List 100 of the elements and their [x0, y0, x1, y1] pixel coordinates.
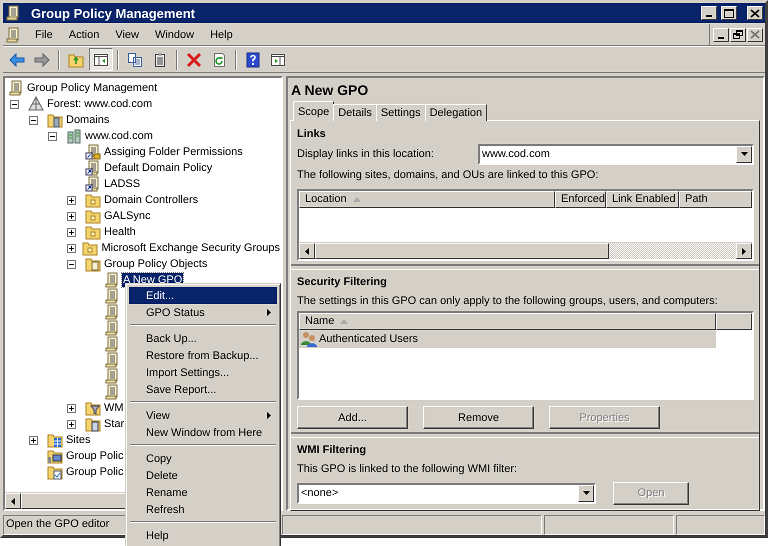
folder-icon — [85, 400, 101, 416]
description-text: The settings in this GPO can only apply to the following groups, users, and computers: — [297, 294, 719, 309]
menu-item[interactable]: View — [129, 407, 277, 424]
column-header[interactable]: Location — [299, 191, 555, 208]
maximize-button[interactable] — [721, 6, 737, 20]
minimize-button[interactable] — [701, 6, 717, 20]
scroll-icon — [85, 160, 101, 176]
delete-icon — [186, 52, 202, 68]
menu-item[interactable]: Refresh — [129, 501, 277, 518]
tree-item[interactable]: Star — [103, 417, 126, 431]
menu-item[interactable]: GPO Status — [129, 304, 277, 321]
pane-icon — [270, 52, 286, 68]
expand-icon[interactable] — [67, 404, 76, 412]
menu-item[interactable]: Help — [202, 26, 241, 42]
pyramid-icon — [28, 96, 44, 112]
expand-icon[interactable] — [29, 436, 38, 444]
tree-item[interactable]: WM — [103, 401, 125, 415]
menu-item[interactable]: View — [107, 26, 147, 42]
menu-item[interactable]: New Window from Here — [129, 424, 277, 441]
tab[interactable]: Delegation — [424, 104, 488, 121]
dropdown-arrow-icon — [740, 152, 748, 156]
folder-icon — [85, 256, 101, 272]
menu-item[interactable]: Delete — [129, 467, 277, 484]
folder-icon — [85, 192, 101, 208]
folder-icon — [85, 416, 101, 432]
scroll-icon — [85, 144, 101, 160]
tree-item[interactable]: Health — [103, 225, 137, 239]
scrollbar-thumb[interactable] — [315, 243, 609, 259]
collapse-icon[interactable] — [10, 100, 19, 108]
field-label: Display links in this location: — [297, 148, 435, 160]
menu-item[interactable]: Rename — [129, 484, 277, 501]
scroll-icon — [85, 176, 101, 192]
tree-item[interactable]: GALSync — [103, 209, 152, 223]
maximize-icon — [724, 8, 734, 18]
column-header[interactable]: Name — [299, 313, 716, 330]
collapse-icon[interactable] — [67, 260, 76, 268]
tree-item[interactable]: Group Polic — [65, 465, 124, 479]
toolbar-button[interactable] — [89, 48, 113, 71]
expand-icon[interactable] — [67, 228, 76, 236]
menu-item[interactable]: File — [27, 26, 61, 42]
tree-item[interactable]: Forest: www.cod.com — [46, 97, 154, 111]
tree-item[interactable]: Domain Controllers — [103, 193, 200, 207]
column-header[interactable]: Link Enabled — [606, 191, 679, 208]
folder-icon — [82, 240, 98, 256]
folder-icon — [47, 112, 63, 128]
copy-icon — [127, 52, 143, 68]
column-header[interactable]: Path — [679, 191, 752, 208]
pane-icon — [93, 52, 109, 68]
dropdown[interactable]: www.cod.com — [478, 144, 754, 164]
tree-item[interactable]: Group Policy Management — [26, 81, 158, 95]
server-icon — [66, 128, 82, 144]
tab[interactable]: Scope — [293, 101, 334, 121]
tree-item[interactable]: Group Policy Objects — [103, 257, 208, 271]
menu-item[interactable]: Save Report... — [129, 381, 277, 398]
menu-item[interactable]: Window — [146, 26, 202, 42]
tree-item[interactable]: Assiging Folder Permissions — [103, 145, 244, 159]
restore-icon — [733, 30, 743, 39]
column-header[interactable]: Enforced — [555, 191, 606, 208]
dropdown[interactable]: <none> — [297, 482, 596, 504]
collapse-icon[interactable] — [48, 132, 57, 140]
expand-icon[interactable] — [67, 196, 76, 204]
minimize-button[interactable] — [713, 28, 729, 42]
menu-item[interactable]: Copy — [129, 450, 277, 467]
push-button[interactable]: Add... — [297, 406, 408, 429]
folder-icon — [68, 52, 84, 68]
tree-item[interactable]: LADSS — [103, 177, 142, 191]
clipboard-icon — [152, 52, 168, 68]
scroll-icon[interactable] — [5, 26, 21, 42]
tree-item[interactable]: Group Polic — [65, 449, 124, 463]
tab[interactable]: Details — [333, 104, 377, 121]
left-arrow-icon — [304, 248, 310, 254]
menu-item[interactable]: Action — [60, 26, 108, 42]
tree-item[interactable]: Sites — [65, 433, 92, 447]
users-icon — [301, 331, 317, 347]
folder-icon — [47, 448, 63, 464]
scroll-right-button[interactable] — [736, 243, 752, 259]
description-text: This GPO is linked to the following WMI filter: — [297, 462, 518, 477]
tree-item[interactable]: www.cod.com — [84, 129, 154, 143]
expand-icon[interactable] — [67, 420, 76, 428]
tree-item[interactable]: Default Domain Policy — [103, 161, 214, 175]
menu-item[interactable]: Import Settings... — [129, 364, 277, 381]
expand-icon[interactable] — [67, 212, 76, 220]
folder-icon — [85, 224, 101, 240]
menu-item[interactable]: Back Up... — [129, 330, 277, 347]
tree-item[interactable]: Domains — [65, 113, 110, 127]
menu-item[interactable]: Edit... — [129, 287, 277, 304]
section-heading: Security Filtering — [297, 275, 388, 290]
expand-icon[interactable] — [67, 244, 76, 252]
push-button[interactable]: Remove — [423, 406, 534, 429]
tree-item[interactable]: Microsoft Exchange Security Groups — [100, 241, 281, 255]
restore-button[interactable] — [730, 28, 746, 42]
tab[interactable]: Settings — [376, 104, 426, 121]
menu-item[interactable]: Restore from Backup... — [129, 347, 277, 364]
scroll-left-button[interactable] — [5, 493, 21, 509]
list-row[interactable]: Authenticated Users — [299, 330, 716, 348]
collapse-icon[interactable] — [29, 116, 38, 124]
close-button[interactable] — [747, 6, 763, 20]
panel-title: A New GPO — [290, 81, 370, 100]
scroll-left-button[interactable] — [299, 243, 315, 259]
minimize-icon — [706, 15, 712, 17]
